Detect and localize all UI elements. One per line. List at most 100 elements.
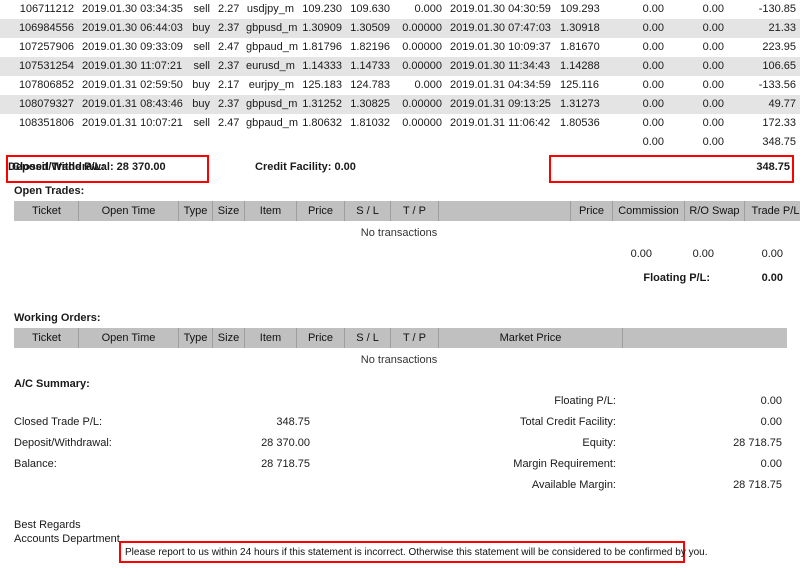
cell-size: 2.17 (218, 79, 240, 91)
ac-right-value-floating-pl: 0.00 (760, 395, 782, 407)
cell-close-price: 1.14288 (556, 57, 602, 76)
cell-commission: 0.00 (642, 79, 664, 91)
cell-profit: 49.77 (728, 95, 800, 114)
col-open-time[interactable]: Open Time (78, 201, 179, 221)
col-close-price[interactable]: Price (570, 201, 613, 221)
cell-size: 2.37 (214, 57, 242, 76)
col-item[interactable]: Item (244, 201, 297, 221)
table-row[interactable]: 108079327 2019.01.31 08:43:46 buy 2.37 g… (0, 95, 800, 114)
regards-line-1: Best Regards (14, 519, 81, 531)
cell-price: 1.14333 (298, 57, 346, 76)
col-ticket[interactable]: Ticket (14, 328, 79, 348)
col-trade-pl[interactable]: Trade P/L (744, 201, 800, 221)
table-row[interactable]: 106984556 2019.01.30 06:44:03 buy 2.37 g… (0, 19, 800, 38)
cell-profit: 21.33 (728, 19, 800, 38)
cell-open-time: 2019.01.31 10:07:21 (82, 117, 183, 129)
working-orders-empty-message: No transactions (0, 348, 800, 368)
col-tp[interactable]: T / P (390, 201, 439, 221)
open-trades-title: Open Trades: (14, 185, 85, 197)
cell-close-price: 109.293 (560, 3, 600, 15)
cell-close-time: 2019.01.31 09:13:25 (446, 95, 556, 114)
col-tp[interactable]: T / P (390, 328, 439, 348)
col-sl[interactable]: S / L (344, 201, 391, 221)
cell-commission: 0.00 (602, 57, 668, 76)
cell-swap: 0.00 (702, 79, 724, 91)
cell-size: 2.47 (218, 41, 240, 53)
cell-item: gbpaud_m (246, 41, 298, 53)
cell-close-price: 1.81670 (560, 41, 600, 53)
ac-right-value-margin-requirement: 0.00 (760, 458, 782, 470)
cell-item: gbpusd_m (242, 19, 298, 38)
open-totals-swap: 0.00 (692, 248, 714, 260)
working-orders-empty-text: No transactions (360, 354, 438, 366)
col-market-price[interactable]: Market Price (438, 328, 623, 348)
cell-swap: 0.00 (668, 57, 728, 76)
cell-close-time: 2019.01.30 07:47:03 (446, 19, 556, 38)
col-type[interactable]: Type (178, 201, 213, 221)
cell-swap: 0.00 (702, 3, 724, 15)
col-commission[interactable]: Commission (612, 201, 685, 221)
col-item[interactable]: Item (244, 328, 297, 348)
working-orders-header-row: Ticket Open Time Type Size Item Price S … (14, 328, 787, 348)
table-row[interactable]: 108351806 2019.01.31 10:07:21 sell 2.47 … (0, 114, 800, 133)
open-trades-table: Ticket Open Time Type Size Item Price S … (14, 201, 800, 221)
table-row[interactable]: 106711212 2019.01.30 03:34:35 sell 2.27 … (0, 0, 800, 19)
working-orders-title: Working Orders: (14, 312, 101, 324)
notice-highlight-box: Please report to us within 24 hours if t… (119, 541, 708, 563)
cell-size: 2.27 (218, 3, 240, 15)
cell-open-time: 2019.01.30 09:33:09 (82, 41, 183, 53)
cell-tp: 0.00000 (394, 19, 446, 38)
cell-close-price: 125.116 (560, 79, 599, 91)
table-row[interactable]: 107531254 2019.01.30 11:07:21 sell 2.37 … (0, 57, 800, 76)
cell-commission: 0.00 (642, 3, 664, 15)
cell-size: 2.37 (214, 19, 242, 38)
ac-right-value-available-margin: 28 718.75 (733, 479, 782, 491)
ac-left-label-closed-trade-pl: Closed Trade P/L: (14, 416, 103, 428)
ac-summary-block: Closed Trade P/L: 348.75 Deposit/Withdra… (0, 395, 800, 505)
ac-right-label-available-margin: Available Margin: (531, 479, 616, 491)
table-row[interactable]: 107806852 2019.01.31 02:59:50 buy 2.17 e… (0, 76, 800, 95)
cell-tp: 0.00000 (402, 117, 442, 129)
cell-ticket: 108079327 (0, 95, 78, 114)
cell-ticket: 107531254 (0, 57, 78, 76)
col-price[interactable]: Price (296, 201, 345, 221)
notice-text: Please report to us within 24 hours if t… (125, 547, 708, 558)
table-row[interactable]: 107257906 2019.01.30 09:33:09 sell 2.47 … (0, 38, 800, 57)
ac-right-label-floating-pl: Floating P/L: (554, 395, 616, 407)
cell-close-time: 2019.01.30 04:30:59 (450, 3, 551, 15)
floating-pl-value: 0.00 (761, 272, 783, 284)
open-totals-commission: 0.00 (630, 248, 652, 260)
col-type[interactable]: Type (178, 328, 213, 348)
cell-tp: 0.00000 (402, 41, 442, 53)
open-totals-profit: 0.00 (761, 248, 783, 260)
cell-item: gbpusd_m (242, 95, 298, 114)
col-ticket[interactable]: Ticket (14, 201, 79, 221)
cell-price: 1.30909 (298, 19, 346, 38)
open-trades-totals-row: 0.00 0.00 0.00 (0, 248, 800, 266)
cell-sl: 124.783 (350, 79, 390, 91)
cell-price: 109.230 (302, 3, 342, 15)
col-size[interactable]: Size (212, 201, 245, 221)
col-ro-swap[interactable]: R/O Swap (684, 201, 745, 221)
cell-swap: 0.00 (702, 41, 724, 53)
cell-close-time: 2019.01.30 11:34:43 (446, 57, 556, 76)
cell-open-time: 2019.01.31 02:59:50 (82, 79, 183, 91)
cell-ticket: 107257906 (18, 41, 74, 53)
working-orders-table: Ticket Open Time Type Size Item Price S … (14, 328, 787, 348)
cell-type: sell (193, 117, 210, 129)
col-size[interactable]: Size (212, 328, 245, 348)
ac-right-label-margin-requirement: Margin Requirement: (513, 458, 616, 470)
cell-profit: 223.95 (762, 41, 796, 53)
ac-summary-title: A/C Summary: (14, 378, 90, 390)
col-price[interactable]: Price (296, 328, 345, 348)
cell-item: usdjpy_m (246, 3, 294, 15)
cell-sl: 1.82196 (350, 41, 390, 53)
col-open-time[interactable]: Open Time (78, 328, 179, 348)
cell-open-time: 2019.01.31 08:43:46 (78, 95, 186, 114)
col-sl[interactable]: S / L (344, 328, 391, 348)
closed-trades-totals-row: 0.00 0.00 348.75 (0, 133, 800, 152)
ac-right-label-equity: Equity: (582, 437, 616, 449)
credit-facility-label: Credit Facility: 0.00 (255, 161, 356, 173)
cell-swap: 0.00 (668, 95, 728, 114)
cell-type: sell (193, 41, 210, 53)
